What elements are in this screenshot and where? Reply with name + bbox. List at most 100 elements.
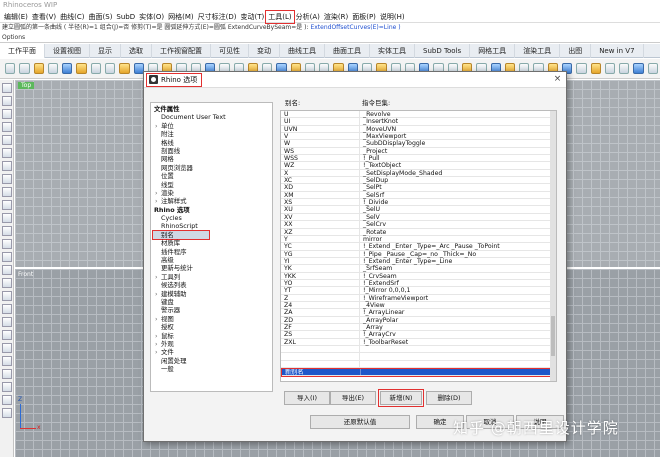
- menu-item[interactable]: SubD: [114, 11, 137, 23]
- tool-icon[interactable]: [2, 382, 12, 392]
- alias-cell[interactable]: XM: [281, 191, 360, 199]
- alias-cell[interactable]: ZA: [281, 309, 360, 316]
- new-alias-button[interactable]: 新增(N): [378, 389, 424, 407]
- macro-cell[interactable]: !_Pipe _Pause _Cap=_no _Thick=_No: [360, 250, 556, 258]
- tree-item[interactable]: Document User Text: [153, 113, 272, 121]
- toolbar-button-icon[interactable]: [619, 63, 630, 74]
- macro-cell[interactable]: _Array: [360, 323, 556, 331]
- alias-cell[interactable]: Z4: [281, 301, 360, 309]
- alias-cell[interactable]: YI: [281, 257, 360, 265]
- menu-item[interactable]: 工具(L): [265, 9, 295, 24]
- tool-icon[interactable]: [2, 408, 12, 418]
- table-row[interactable]: ZXL !_ToolbarReset: [281, 338, 556, 346]
- macro-cell[interactable]: _Revolve: [360, 111, 556, 118]
- menu-item[interactable]: 网格(M): [166, 11, 196, 23]
- alias-cell[interactable]: [281, 360, 360, 368]
- tool-icon[interactable]: [2, 395, 12, 405]
- alias-cell[interactable]: UI: [281, 118, 360, 125]
- tool-icon[interactable]: [2, 161, 12, 171]
- macro-cell[interactable]: _MoveUVN: [360, 125, 556, 133]
- macro-cell[interactable]: _SelSrf: [360, 191, 556, 199]
- new-alias-row[interactable]: 新别名: [281, 367, 555, 378]
- toolbar-button-icon[interactable]: [33, 63, 44, 74]
- table-row[interactable]: W _SubDDisplayToggle: [281, 140, 556, 148]
- table-row[interactable]: YT !_Mirror 0,0,0,1: [281, 287, 556, 295]
- macro-cell[interactable]: !_ExtendSrf: [360, 279, 556, 287]
- macro-cell[interactable]: !_WireframeViewport: [360, 294, 556, 302]
- table-row-empty[interactable]: [281, 346, 556, 354]
- tool-icon[interactable]: [2, 174, 12, 184]
- tool-icon[interactable]: [2, 226, 12, 236]
- alias-cell[interactable]: V: [281, 133, 360, 140]
- tool-icon[interactable]: [2, 291, 12, 301]
- table-row[interactable]: XV _SelV: [281, 213, 556, 222]
- tree-item[interactable]: 鼠标: [153, 332, 272, 341]
- menu-item[interactable]: 查看(V): [30, 11, 58, 23]
- table-row[interactable]: U _Revolve: [281, 111, 556, 119]
- table-row[interactable]: XU _SelU: [281, 206, 556, 214]
- table-row[interactable]: XC _SelDup: [281, 177, 556, 185]
- alias-cell[interactable]: XZ: [281, 228, 360, 236]
- alias-cell[interactable]: ZF: [281, 323, 360, 331]
- macro-cell[interactable]: !_ToolbarReset: [360, 338, 556, 346]
- tree-item[interactable]: 插件程序: [153, 248, 272, 256]
- toolbar-button-icon[interactable]: [76, 63, 87, 74]
- menu-item[interactable]: 说明(H): [378, 11, 407, 23]
- viewport-label-top[interactable]: Top: [18, 82, 35, 89]
- menu-item[interactable]: 渲染(R): [322, 11, 350, 23]
- table-scrollbar[interactable]: [550, 111, 556, 381]
- tree-item[interactable]: 一般: [153, 365, 272, 373]
- alias-cell[interactable]: [281, 346, 360, 353]
- table-row[interactable]: Z4 _4View: [281, 301, 556, 310]
- tab[interactable]: 变动: [249, 43, 280, 58]
- table-row[interactable]: XX _SelCrv: [281, 221, 556, 229]
- macro-cell[interactable]: !_TextObject: [360, 162, 556, 169]
- tree-item[interactable]: 工具列: [153, 273, 272, 282]
- alias-cell[interactable]: YG: [281, 250, 360, 258]
- table-row[interactable]: YI !_Extend _Enter _Type=_Line: [281, 257, 556, 266]
- tree-item[interactable]: 闲置处理: [153, 357, 272, 365]
- macro-cell[interactable]: !_Extend _Enter _Type=_Line: [360, 257, 556, 265]
- new-alias-cell[interactable]: 新别名: [282, 369, 361, 376]
- table-row[interactable]: X _SetDisplayMode_Shaded: [281, 169, 556, 178]
- macro-cell[interactable]: _SrfSeam: [360, 265, 556, 272]
- macro-cell[interactable]: [360, 346, 556, 353]
- macro-cell[interactable]: _SetDisplayMode_Shaded: [360, 169, 556, 177]
- tool-icon[interactable]: [2, 213, 12, 223]
- table-row[interactable]: ZF _Array: [281, 323, 556, 332]
- macro-cell[interactable]: _InsertKnot: [360, 118, 556, 125]
- tool-icon[interactable]: [2, 330, 12, 340]
- macro-cell[interactable]: _Project: [360, 147, 556, 155]
- tree-item[interactable]: RhinoScript: [153, 222, 272, 230]
- tool-icon[interactable]: [2, 317, 12, 327]
- table-row[interactable]: ZD _ArrayPolar: [281, 316, 556, 324]
- menu-item[interactable]: 分析(A): [294, 11, 322, 23]
- close-icon[interactable]: ×: [552, 74, 563, 85]
- macro-cell[interactable]: !_ArrayCrv: [360, 331, 556, 338]
- table-row[interactable]: Z !_WireframeViewport: [281, 294, 556, 302]
- scrollbar-thumb[interactable]: [551, 316, 555, 356]
- macro-cell[interactable]: _SelDup: [360, 177, 556, 184]
- alias-cell[interactable]: WZ: [281, 162, 360, 169]
- tree-item[interactable]: 网页浏览器: [153, 164, 272, 172]
- menu-item[interactable]: 实体(O): [137, 11, 166, 23]
- tree-item[interactable]: 警示器: [153, 306, 272, 314]
- macro-cell[interactable]: [360, 360, 556, 368]
- command-option-link[interactable]: ExtendOffsetCurves(E)=Line ): [310, 24, 400, 31]
- alias-cell[interactable]: [281, 353, 360, 360]
- toolbar-button-icon[interactable]: [104, 63, 116, 74]
- alias-cell[interactable]: YC: [281, 243, 360, 250]
- table-row[interactable]: YG !_Pipe _Pause _Cap=_no _Thick=_No: [281, 250, 556, 258]
- table-row-empty[interactable]: [281, 353, 556, 361]
- table-row-empty[interactable]: [281, 360, 556, 369]
- alias-cell[interactable]: Y: [281, 235, 360, 243]
- import-button[interactable]: 导入(I): [284, 391, 330, 405]
- toolbar-button-icon[interactable]: [5, 63, 16, 74]
- tab[interactable]: 网格工具: [470, 43, 516, 58]
- tool-icon[interactable]: [2, 278, 12, 288]
- table-row[interactable]: YO !_ExtendSrf: [281, 279, 556, 288]
- tool-icon[interactable]: [2, 135, 12, 145]
- tree-item[interactable]: 材质库: [153, 239, 272, 247]
- table-row[interactable]: XZ _Rotate: [281, 228, 556, 236]
- toolbar-button-icon[interactable]: [90, 63, 101, 74]
